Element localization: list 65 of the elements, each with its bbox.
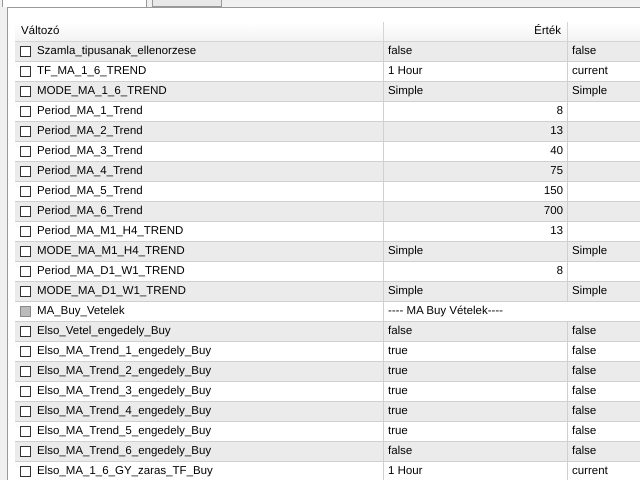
variable-name: Szamla_tipusanak_ellenorzese — [37, 44, 196, 59]
checkbox[interactable] — [20, 286, 31, 297]
checkbox[interactable] — [20, 106, 31, 117]
variable-name: MA_Buy_Vetelek — [37, 304, 125, 319]
value-cell[interactable]: false — [383, 322, 567, 342]
variable-name: Period_MA_D1_W1_TREND — [37, 264, 185, 279]
value-cell[interactable]: 700 — [383, 202, 567, 222]
table-cell: false — [567, 442, 640, 462]
value-cell[interactable]: true — [383, 402, 567, 422]
value-cell[interactable]: 1 Hour — [383, 462, 567, 480]
value-cell[interactable]: Simple — [383, 282, 567, 302]
variable-name: Period_MA_M1_H4_TREND — [37, 224, 184, 239]
value-cell[interactable]: 13 — [383, 122, 567, 142]
checkbox[interactable] — [20, 326, 31, 337]
checkbox[interactable] — [20, 66, 31, 77]
value-cell[interactable]: true — [383, 362, 567, 382]
variable-name: Elso_MA_Trend_1_engedely_Buy — [37, 344, 212, 359]
checkbox[interactable] — [20, 406, 31, 417]
table-cell: Simple — [567, 282, 640, 302]
table-cell: false — [567, 362, 640, 382]
column-header[interactable]: Érték — [383, 22, 567, 42]
checkbox[interactable] — [20, 226, 31, 237]
checkbox[interactable] — [20, 466, 31, 477]
checkbox[interactable] — [20, 206, 31, 217]
variable-name: Period_MA_6_Trend — [37, 204, 143, 219]
table-cell: false — [567, 42, 640, 62]
checkbox[interactable] — [20, 186, 31, 197]
variable-name: Period_MA_2_Trend — [37, 124, 143, 139]
variable-name: Period_MA_5_Trend — [37, 184, 143, 199]
variable-name: Elso_MA_Trend_4_engedely_Buy — [37, 404, 212, 419]
checkbox[interactable] — [20, 446, 31, 457]
checkbox[interactable] — [20, 266, 31, 277]
variable-name: Elso_MA_Trend_5_engedely_Buy — [37, 424, 212, 439]
variable-name: Elso_Vetel_engedely_Buy — [37, 324, 171, 339]
variable-name: Elso_MA_Trend_3_engedely_Buy — [37, 384, 212, 399]
value-cell[interactable]: false — [383, 42, 567, 62]
variable-name: Elso_MA_Trend_2_engedely_Buy — [37, 364, 212, 379]
variable-name: Elso_MA_Trend_6_engedely_Buy — [37, 444, 212, 459]
table-cell: Simple — [567, 82, 640, 102]
variable-name: Period_MA_1_Trend — [37, 104, 143, 119]
checkbox[interactable] — [20, 126, 31, 137]
checkbox[interactable] — [20, 386, 31, 397]
checkbox[interactable] — [20, 426, 31, 437]
table-cell: false — [567, 402, 640, 422]
checkbox[interactable] — [20, 366, 31, 377]
value-cell[interactable]: Simple — [383, 82, 567, 102]
checkbox[interactable] — [20, 86, 31, 97]
variable-name: MODE_MA_1_6_TREND — [37, 84, 167, 99]
table-cell: Simple — [567, 242, 640, 262]
table-cell: current — [567, 462, 640, 480]
value-cell[interactable]: Simple — [383, 242, 567, 262]
variable-name: MODE_MA_M1_H4_TREND — [37, 244, 185, 259]
variable-name: MODE_MA_D1_W1_TREND — [37, 284, 186, 299]
variable-name: Elso_MA_1_6_GY_zaras_TF_Buy — [37, 464, 213, 479]
value-cell[interactable]: false — [383, 442, 567, 462]
table-cell: false — [567, 322, 640, 342]
checkbox[interactable] — [20, 166, 31, 177]
checkbox[interactable] — [20, 46, 31, 57]
value-cell[interactable]: 75 — [383, 162, 567, 182]
variable-name: Period_MA_4_Trend — [37, 164, 143, 179]
checkbox[interactable] — [20, 246, 31, 257]
checkbox[interactable] — [20, 346, 31, 357]
checkbox[interactable] — [20, 146, 31, 157]
variable-name: TF_MA_1_6_TREND — [37, 64, 146, 79]
variable-name: Period_MA_3_Trend — [37, 144, 143, 159]
